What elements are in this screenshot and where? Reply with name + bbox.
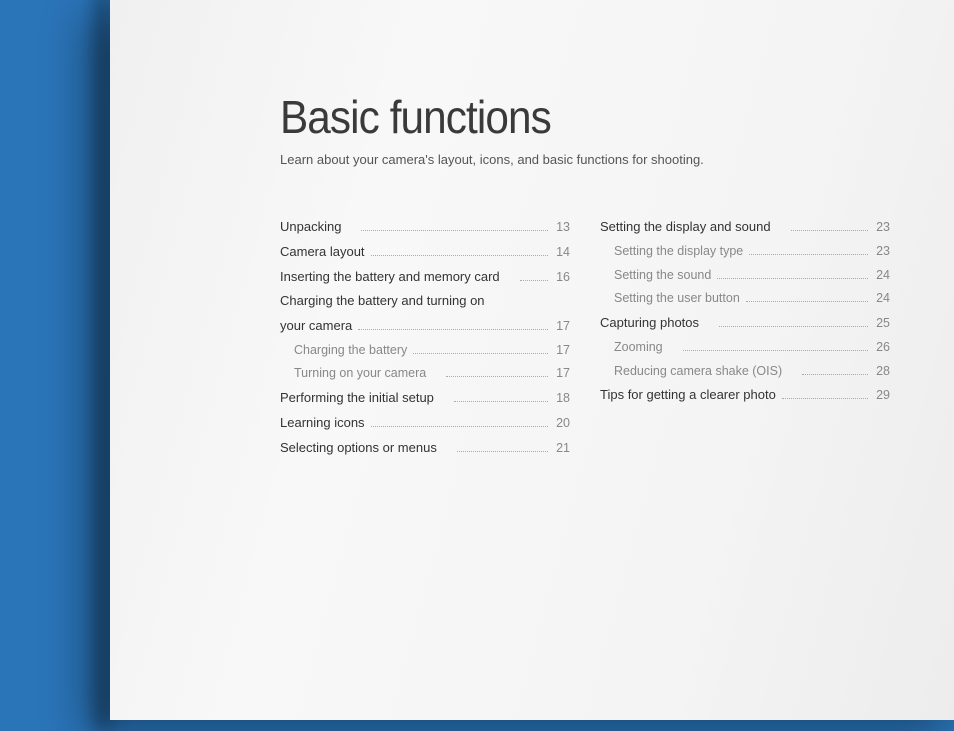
- toc-leader-dots: [520, 280, 548, 281]
- toc-entry[interactable]: Turning on your camera 17: [280, 362, 570, 386]
- toc-entry[interactable]: Zooming 26: [600, 336, 890, 360]
- toc-leader-dots: [457, 451, 548, 452]
- toc-label: Setting the sound: [614, 264, 711, 288]
- toc-label: Charging the battery and turning on: [280, 289, 485, 314]
- toc-entry[interactable]: Learning icons 20: [280, 411, 570, 436]
- toc-leader-dots: [683, 350, 868, 351]
- toc-entry[interactable]: Charging the battery 17: [280, 339, 570, 363]
- toc-page-number: 17: [552, 362, 570, 386]
- toc-entry[interactable]: Setting the display and sound 23: [600, 215, 890, 240]
- toc-label: Selecting options or menus: [280, 436, 437, 461]
- toc-columns: Unpacking13Camera layout14Inserting the …: [280, 215, 910, 460]
- toc-entry[interactable]: Unpacking 13: [280, 215, 570, 240]
- toc-column-left: Unpacking13Camera layout14Inserting the …: [280, 215, 570, 460]
- toc-label: Setting the user button: [614, 287, 740, 311]
- toc-label: Tips for getting a clearer photo: [600, 383, 776, 408]
- toc-page-number: 17: [552, 339, 570, 363]
- toc-leader-dots: [361, 230, 548, 231]
- toc-leader-dots: [749, 254, 868, 255]
- toc-label: Unpacking: [280, 215, 341, 240]
- page-title: Basic functions: [280, 90, 860, 144]
- toc-page-number: 23: [872, 216, 890, 240]
- toc-entry[interactable]: Inserting the battery and memory card 16: [280, 265, 570, 290]
- toc-entry[interactable]: Camera layout 14: [280, 240, 570, 265]
- toc-page-number: 28: [872, 360, 890, 384]
- toc-leader-dots: [413, 353, 548, 354]
- toc-entry[interactable]: Setting the display type 23: [600, 240, 890, 264]
- page-subtitle: Learn about your camera's layout, icons,…: [280, 152, 910, 167]
- toc-label: Setting the display and sound: [600, 215, 771, 240]
- toc-label: Camera layout: [280, 240, 365, 265]
- toc-leader-dots: [746, 301, 868, 302]
- toc-label: Setting the display type: [614, 240, 743, 264]
- toc-label: Reducing camera shake (OIS): [614, 360, 782, 384]
- toc-entry[interactable]: Capturing photos 25: [600, 311, 890, 336]
- toc-leader-dots: [782, 398, 868, 399]
- toc-page-number: 13: [552, 216, 570, 240]
- toc-page-number: 17: [552, 315, 570, 339]
- toc-entry[interactable]: Tips for getting a clearer photo 29: [600, 383, 890, 408]
- toc-label: Inserting the battery and memory card: [280, 265, 500, 290]
- toc-leader-dots: [371, 426, 548, 427]
- toc-entry[interactable]: Reducing camera shake (OIS) 28: [600, 360, 890, 384]
- toc-entry[interactable]: your camera 17: [280, 314, 570, 339]
- toc-page-number: 29: [872, 384, 890, 408]
- toc-leader-dots: [802, 374, 868, 375]
- toc-label: Performing the initial setup: [280, 386, 434, 411]
- toc-page-number: 18: [552, 387, 570, 411]
- toc-label: Capturing photos: [600, 311, 699, 336]
- toc-page-number: 16: [552, 266, 570, 290]
- toc-page-number: 14: [552, 241, 570, 265]
- document-page: Basic functions Learn about your camera'…: [110, 0, 954, 720]
- toc-label: Learning icons: [280, 411, 365, 436]
- toc-page-number: 24: [872, 264, 890, 288]
- toc-leader-dots: [446, 376, 548, 377]
- toc-entry[interactable]: Setting the sound 24: [600, 264, 890, 288]
- toc-label: Charging the battery: [294, 339, 407, 363]
- toc-label: Zooming: [614, 336, 663, 360]
- toc-column-right: Setting the display and sound23Setting t…: [600, 215, 890, 460]
- toc-entry[interactable]: Charging the battery and turning on: [280, 289, 570, 314]
- toc-leader-dots: [371, 255, 548, 256]
- toc-leader-dots: [454, 401, 548, 402]
- toc-leader-dots: [358, 329, 548, 330]
- toc-page-number: 21: [552, 437, 570, 461]
- toc-entry[interactable]: Selecting options or menus 21: [280, 436, 570, 461]
- toc-page-number: 24: [872, 287, 890, 311]
- toc-page-number: 26: [872, 336, 890, 360]
- toc-entry[interactable]: Setting the user button 24: [600, 287, 890, 311]
- toc-label: Turning on your camera: [294, 362, 426, 386]
- toc-leader-dots: [791, 230, 868, 231]
- toc-page-number: 23: [872, 240, 890, 264]
- toc-page-number: 25: [872, 312, 890, 336]
- toc-page-number: 20: [552, 412, 570, 436]
- toc-leader-dots: [717, 278, 868, 279]
- toc-label: your camera: [280, 314, 352, 339]
- toc-leader-dots: [719, 326, 868, 327]
- toc-entry[interactable]: Performing the initial setup 18: [280, 386, 570, 411]
